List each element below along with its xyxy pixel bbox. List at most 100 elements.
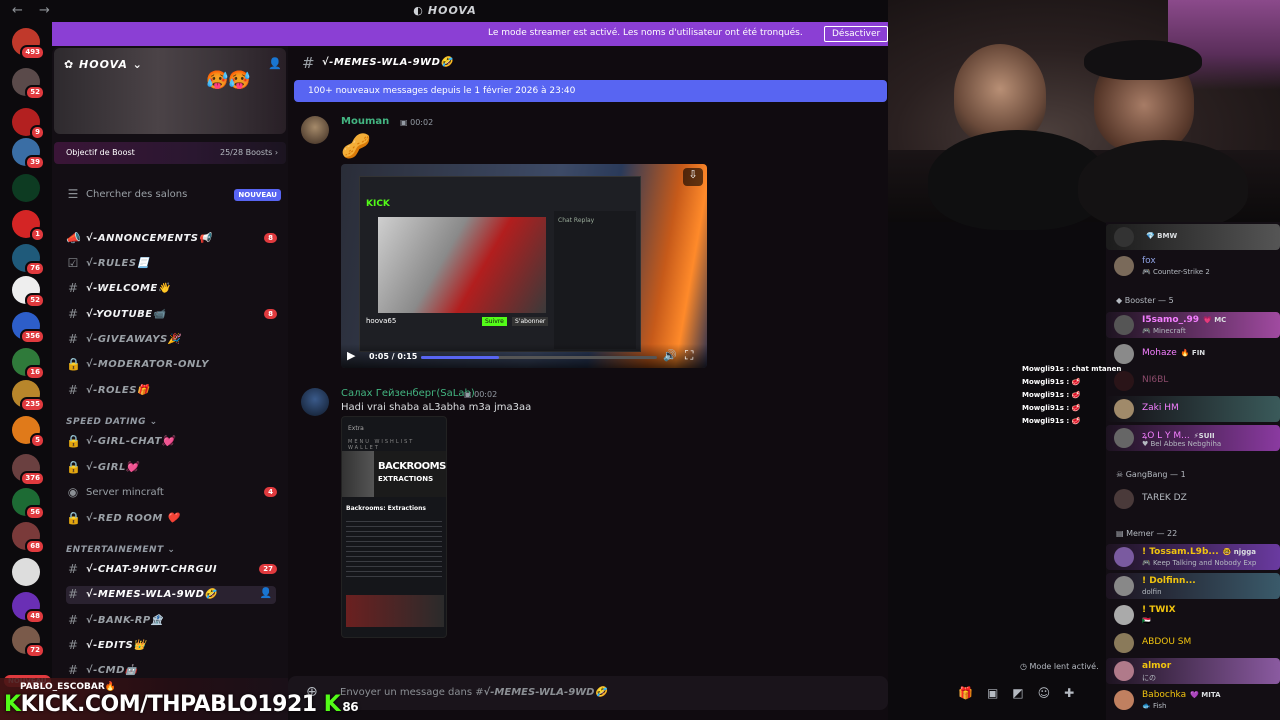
avatar [1114, 547, 1134, 567]
server-banner-emoji: 🥵🥵 [206, 70, 251, 91]
server-header[interactable]: ✿ HOOVA ⌄ 🥵🥵 👤 [54, 48, 286, 134]
game-title-1: BACKROOMS [378, 461, 446, 472]
server-icon[interactable]: 235 [12, 380, 45, 412]
channel-item[interactable]: # √-WELCOME👋 [66, 280, 276, 298]
video-progress-track[interactable] [421, 356, 657, 359]
channel-item[interactable]: # √-CHAT-9HWT-CHRGUI 27 [66, 561, 277, 579]
member-item[interactable]: ꝝO L Y M... ⚡SUII ♥ Bel Abbes Nebghiha [1106, 425, 1280, 451]
channel-item[interactable]: 🔒 √-GIRL-CHAT💓 [66, 433, 276, 451]
boost-count: 25/28 Boosts › [220, 148, 279, 157]
add-member-icon[interactable]: 👤 [260, 588, 272, 599]
apps-icon[interactable]: ✚ [1064, 686, 1088, 700]
server-badge: 16 [25, 365, 45, 380]
kick-overlay: KKICK.COM/THPABLO1921 K 86 [4, 692, 359, 717]
sticker-icon[interactable]: ◩ [1012, 686, 1037, 700]
play-icon[interactable]: ▶ [347, 349, 355, 362]
boost-goal-bar[interactable]: Objectif de Boost 25/28 Boosts › [54, 142, 286, 164]
member-item[interactable]: 💎 BMW [1106, 224, 1280, 250]
avatar[interactable] [301, 116, 329, 144]
server-icon[interactable]: 16 [12, 348, 45, 380]
fullscreen-icon[interactable]: ⛶ [685, 348, 693, 363]
server-icon[interactable]: 52 [12, 276, 45, 308]
gif-icon[interactable]: ▣ [987, 686, 1012, 700]
channel-item[interactable]: 🔒 √-MODERATOR-ONLY [66, 356, 276, 374]
member-name: Babochka 💜 MITA [1142, 690, 1221, 700]
member-name-text: Babochka [1142, 690, 1187, 700]
new-messages-bar[interactable]: 100+ nouveaux messages depuis le 1 févri… [294, 80, 887, 102]
message-composer[interactable]: ⊕ Envoyer un message dans #√-MEMES-WLA-9… [288, 676, 888, 710]
channel-name: √-CHAT-9HWT-CHRGUI [86, 564, 218, 575]
rules-icon: ☑ [67, 256, 79, 270]
gift-icon[interactable]: 🎁 [958, 686, 987, 700]
server-icon[interactable]: 493 [12, 28, 45, 60]
member-item[interactable]: ! TWIX 🇸🇩 [1106, 602, 1280, 628]
server-icon[interactable]: 9 [12, 108, 45, 140]
channel-item[interactable]: # √-GIVEAWAYS🎉 [66, 331, 276, 349]
username[interactable]: PABLO_ESCOBAR🔥 [20, 682, 116, 692]
composer-prefix: Envoyer un message dans # [340, 687, 484, 698]
server-name-text: HOOVA [79, 58, 128, 71]
channel-item[interactable]: # √-EDITS👑 [66, 637, 276, 655]
volume-icon[interactable]: 🔊 [663, 349, 677, 362]
member-item[interactable]: I5samo_.99 💗 MC 🎮 Minecraft [1106, 312, 1280, 338]
channel-item[interactable]: ☑ √-RULES📃 [66, 255, 276, 273]
server-icon[interactable]: 376 [12, 454, 45, 486]
channel-name: Server mincraft [86, 487, 164, 498]
member-item[interactable]: Zaki HM [1106, 396, 1280, 422]
message-author[interactable]: Mouman [341, 116, 389, 127]
member-item[interactable]: ! Dolfinn... dolfin [1106, 573, 1280, 599]
member-name: TAREK DZ [1142, 493, 1187, 503]
member-name-text: Mohaze [1142, 348, 1177, 358]
role-header-memer: ▤ Memer — 22 [1116, 529, 1178, 538]
browse-channels-item[interactable]: ☰ Chercher des salons NOUVEAU [66, 186, 281, 204]
avatar [1114, 690, 1134, 710]
server-icon[interactable] [12, 174, 40, 202]
server-icon[interactable]: 48 [12, 592, 45, 624]
download-icon[interactable]: ⇩ [683, 168, 703, 186]
invite-people-icon[interactable]: 👤 [268, 57, 282, 70]
category-speed-dating[interactable]: SPEED DATING ⌄ [66, 417, 158, 427]
server-badge: 1 [30, 227, 45, 242]
avatar[interactable] [301, 388, 329, 416]
channel-item[interactable]: 📣 √-ANNONCEMENTS📢 8 [66, 230, 277, 248]
channel-item-selected[interactable]: # √-MEMES-WLA-9WD🤣 👤 [66, 586, 276, 604]
channel-item[interactable]: # √-YOUTUBE📹 8 [66, 306, 277, 324]
channel-item[interactable]: # √-ROLES🎁 [66, 382, 276, 400]
server-icon[interactable]: 5 [12, 416, 45, 448]
member-item[interactable]: Mohaze 🔥 FIN [1106, 341, 1280, 367]
member-item[interactable]: fox 🎮 Counter-Strike 2 [1106, 253, 1280, 279]
streamer-face [954, 44, 1046, 144]
video-thumbnail [346, 595, 444, 627]
channel-item[interactable]: 🔒 √-GIRL💓 [66, 459, 276, 477]
channel-item[interactable]: 🔒 √-RED ROOM ❤️ [66, 510, 276, 528]
server-icon[interactable]: 68 [12, 522, 45, 554]
server-icon[interactable]: 52 [12, 68, 45, 100]
server-icon[interactable]: 56 [12, 488, 45, 520]
channel-item[interactable]: # √-BANK-RP🏦 [66, 612, 276, 630]
server-icon[interactable]: 1 [12, 210, 45, 242]
category-entertainement[interactable]: ENTERTAINEMENT ⌄ [66, 545, 175, 555]
member-item[interactable]: NI6BL [1106, 368, 1280, 394]
server-icon[interactable]: 72 [12, 626, 45, 658]
disable-streamer-mode-button[interactable]: Désactiver [824, 26, 889, 42]
hash-icon: # [67, 638, 79, 652]
emoji-icon[interactable]: ☺ [1038, 686, 1065, 700]
chat-user: Mowgli91s [1022, 391, 1064, 399]
subscribe-button: S'abonner [512, 317, 549, 326]
video-attachment[interactable]: KICK Chat Replay hoova65 Suivre S'abonne… [341, 164, 707, 368]
message-author[interactable]: Салах Гейзенберг(SaLah) [341, 388, 475, 399]
member-item[interactable]: ! Tossam.L9b... 🤓 njgga 🎮 Keep Talking and… [1106, 544, 1280, 570]
member-item[interactable]: ABDOU SM [1106, 630, 1280, 656]
member-item[interactable]: TAREK DZ [1106, 486, 1280, 512]
member-name: Zaki HM [1142, 403, 1179, 413]
lock-icon: 🔒 [66, 460, 81, 474]
server-icon[interactable]: 39 [12, 138, 45, 170]
member-item[interactable]: Babochka 💜 MITA 🐟 Fish [1106, 687, 1280, 713]
server-icon[interactable]: 356 [12, 312, 45, 344]
server-icon[interactable]: 76 [12, 244, 45, 276]
server-icon[interactable] [12, 558, 40, 586]
channel-item[interactable]: ◉ Server mincraft 4 [66, 484, 277, 502]
server-badge: 56 [25, 505, 45, 520]
image-attachment[interactable]: Extra MENU WISHLIST WALLET BACKROOMS EXT… [341, 416, 447, 638]
member-item[interactable]: almor にの [1106, 658, 1280, 684]
